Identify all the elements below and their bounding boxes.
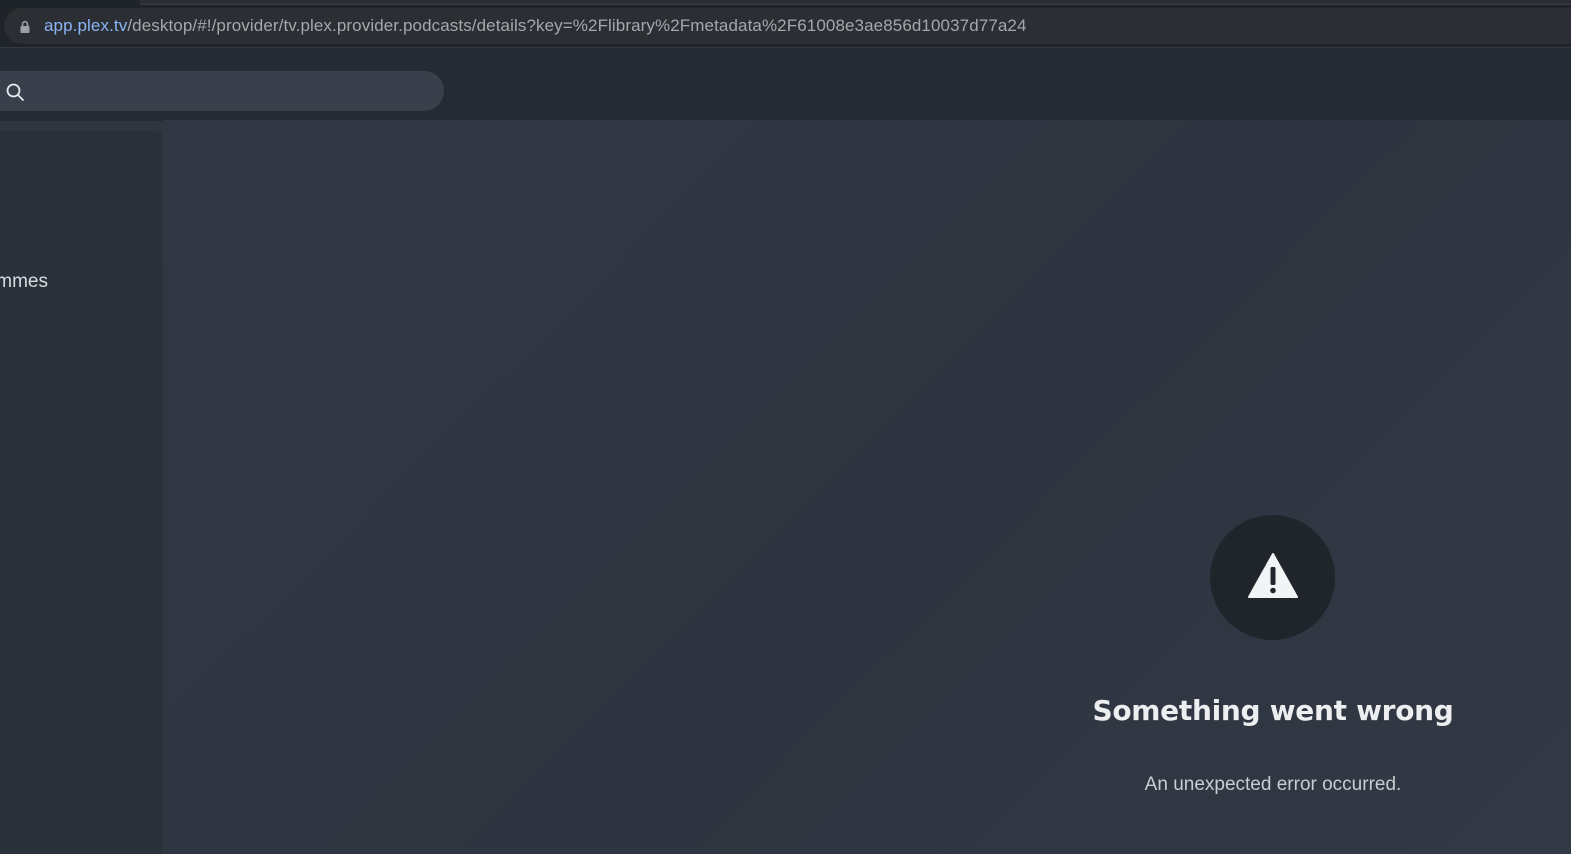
url-host: app.plex.tv bbox=[44, 16, 128, 35]
url-text[interactable]: app.plex.tv/desktop/#!/provider/tv.plex.… bbox=[44, 16, 1027, 36]
error-title: Something went wrong bbox=[1092, 694, 1454, 727]
screen: app.plex.tv/desktop/#!/provider/tv.plex.… bbox=[0, 0, 1571, 854]
browser-toolbar: app.plex.tv/desktop/#!/provider/tv.plex.… bbox=[0, 0, 1571, 47]
app-header bbox=[0, 47, 1571, 121]
sidebar-item-label: mmes bbox=[0, 271, 48, 292]
url-path: /desktop/#!/provider/tv.plex.provider.po… bbox=[127, 16, 1027, 35]
browser-tab-strip-edge bbox=[140, 0, 1571, 5]
sidebar: mmes bbox=[0, 131, 163, 854]
search-input[interactable] bbox=[0, 71, 444, 111]
error-message: An unexpected error occurred. bbox=[1144, 774, 1402, 795]
address-bar[interactable]: app.plex.tv/desktop/#!/provider/tv.plex.… bbox=[4, 8, 1571, 44]
main-content: Something went wrong An unexpected error… bbox=[163, 120, 1571, 854]
search-icon[interactable] bbox=[5, 82, 25, 102]
sidebar-item-programmes[interactable]: mmes bbox=[0, 271, 48, 293]
warning-icon bbox=[1247, 552, 1298, 598]
lock-icon[interactable] bbox=[18, 19, 32, 33]
error-icon-circle bbox=[1210, 515, 1335, 640]
